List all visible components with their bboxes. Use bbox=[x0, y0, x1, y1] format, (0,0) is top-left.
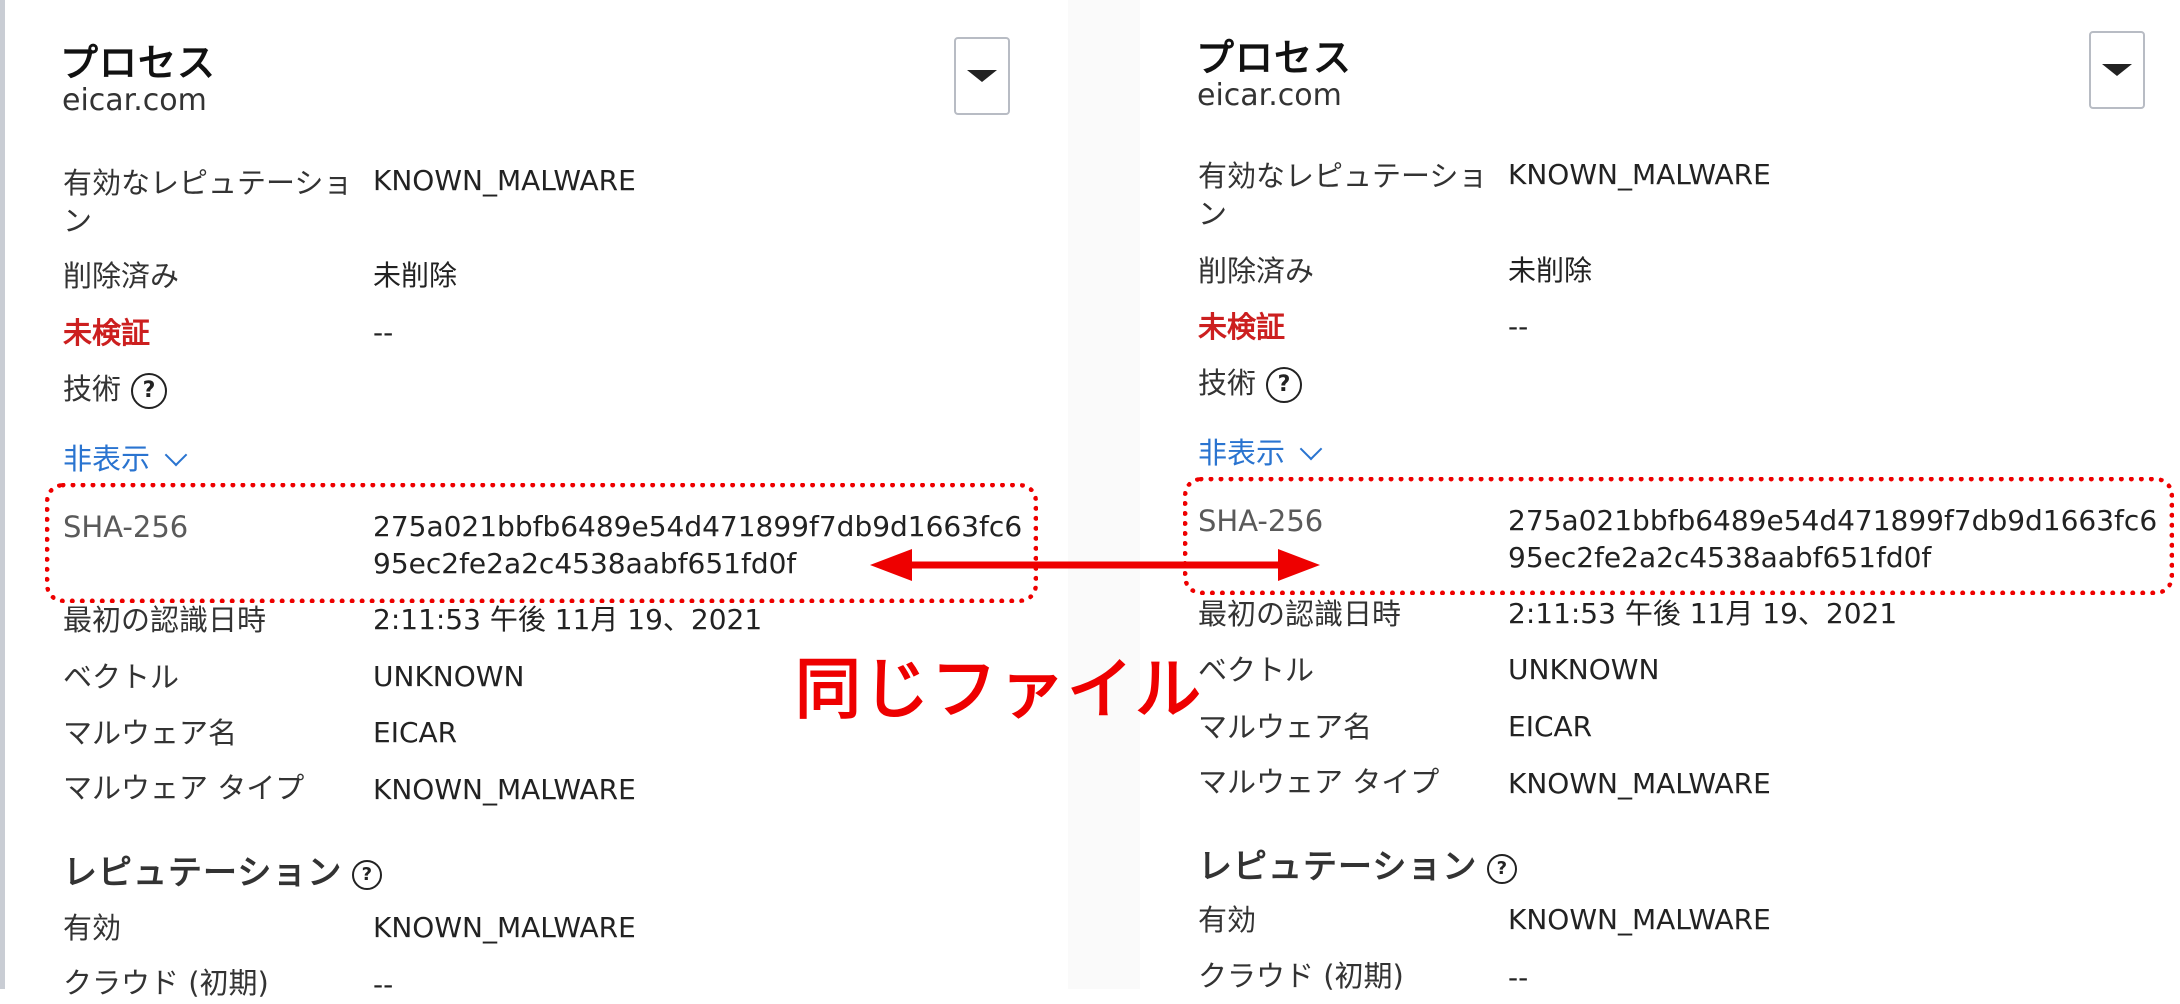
chevron-down-icon bbox=[1299, 437, 1323, 461]
chevron-down-icon bbox=[164, 443, 188, 467]
vector-value: UNKNOWN bbox=[373, 660, 525, 693]
question-circle-icon[interactable]: ? bbox=[1266, 367, 1303, 403]
panel-title: プロセス bbox=[1196, 36, 1353, 80]
sha256-highlight-box-left bbox=[45, 483, 1038, 603]
sha256-highlight-box-right bbox=[1183, 477, 2174, 595]
reputation-section-title: レピュテーション bbox=[1198, 847, 1478, 887]
malware-name-value: EICAR bbox=[1508, 710, 1593, 743]
malware-type-value: KNOWN_MALWARE bbox=[1508, 767, 1771, 800]
malware-type-label: マルウェア タイプ bbox=[1198, 765, 1440, 799]
reputation-effective-value: KNOWN_MALWARE bbox=[373, 911, 636, 944]
malware-name-label: マルウェア名 bbox=[63, 716, 238, 750]
effective-reputation-value: KNOWN_MALWARE bbox=[1508, 158, 1771, 191]
reputation-cloud-value: -- bbox=[1508, 961, 1529, 994]
vector-label: ベクトル bbox=[1198, 653, 1315, 687]
reputation-effective-value: KNOWN_MALWARE bbox=[1508, 903, 1771, 936]
reputation-cloud-label: クラウド (初期) bbox=[1198, 959, 1404, 993]
question-circle-icon[interactable]: ? bbox=[131, 373, 168, 409]
malware-name-label: マルウェア名 bbox=[1198, 710, 1373, 744]
reputation-effective-label: 有効 bbox=[1198, 903, 1257, 937]
technique-label: 技術 bbox=[1198, 366, 1257, 400]
technique-row: 技術? bbox=[1198, 364, 1303, 403]
vector-value: UNKNOWN bbox=[1508, 653, 1660, 686]
unverified-label: 未検証 bbox=[1198, 310, 1286, 344]
caret-down-icon bbox=[967, 70, 997, 82]
malware-name-value: EICAR bbox=[373, 716, 458, 749]
unverified-label: 未検証 bbox=[63, 316, 151, 350]
deleted-value: 未削除 bbox=[1508, 254, 1593, 287]
deleted-label: 削除済み bbox=[1198, 254, 1315, 288]
reputation-cloud-value: -- bbox=[373, 968, 394, 1001]
hide-toggle-label: 非表示 bbox=[63, 442, 151, 476]
deleted-value: 未削除 bbox=[373, 259, 458, 292]
panel-title: プロセス bbox=[60, 41, 217, 85]
effective-reputation-label: 有効なレピュテーション bbox=[1198, 159, 1488, 231]
caret-down-icon bbox=[2102, 64, 2132, 76]
process-name: eicar.com bbox=[1197, 78, 1342, 113]
reputation-section-title: レピュテーション bbox=[63, 853, 343, 893]
panel-dropdown-button[interactable] bbox=[2089, 31, 2145, 109]
process-name: eicar.com bbox=[62, 83, 207, 118]
question-circle-icon[interactable]: ? bbox=[352, 859, 383, 890]
reputation-section-heading: レピュテーション? bbox=[1198, 839, 1518, 888]
reputation-section-heading: レピュテーション? bbox=[63, 845, 383, 894]
question-circle-icon[interactable]: ? bbox=[1487, 853, 1518, 884]
hide-toggle-label: 非表示 bbox=[1198, 436, 1286, 470]
deleted-label: 削除済み bbox=[63, 259, 180, 293]
reputation-effective-label: 有効 bbox=[63, 911, 122, 945]
reputation-cloud-label: クラウド (初期) bbox=[63, 966, 269, 1000]
malware-type-label: マルウェア タイプ bbox=[63, 771, 305, 805]
hide-toggle-link[interactable]: 非表示 bbox=[1198, 430, 1323, 472]
double-headed-arrow-icon bbox=[870, 549, 1320, 581]
malware-type-value: KNOWN_MALWARE bbox=[373, 773, 636, 806]
panel-divider bbox=[1068, 0, 1140, 989]
first-seen-label: 最初の認識日時 bbox=[1198, 597, 1402, 631]
same-file-annotation: 同じファイル bbox=[795, 651, 1203, 728]
unverified-value: -- bbox=[1508, 310, 1529, 343]
hide-toggle-link[interactable]: 非表示 bbox=[63, 436, 188, 478]
technique-label: 技術 bbox=[63, 372, 122, 406]
technique-row: 技術? bbox=[63, 370, 168, 409]
panel-dropdown-button[interactable] bbox=[954, 37, 1010, 115]
effective-reputation-label: 有効なレピュテーション bbox=[63, 166, 353, 238]
unverified-value: -- bbox=[373, 316, 394, 349]
first-seen-value: 2:11:53 午後 11月 19、2021 bbox=[1508, 597, 1898, 630]
first-seen-value: 2:11:53 午後 11月 19、2021 bbox=[373, 603, 763, 636]
effective-reputation-value: KNOWN_MALWARE bbox=[373, 164, 636, 197]
first-seen-label: 最初の認識日時 bbox=[63, 603, 267, 637]
vector-label: ベクトル bbox=[63, 660, 180, 694]
